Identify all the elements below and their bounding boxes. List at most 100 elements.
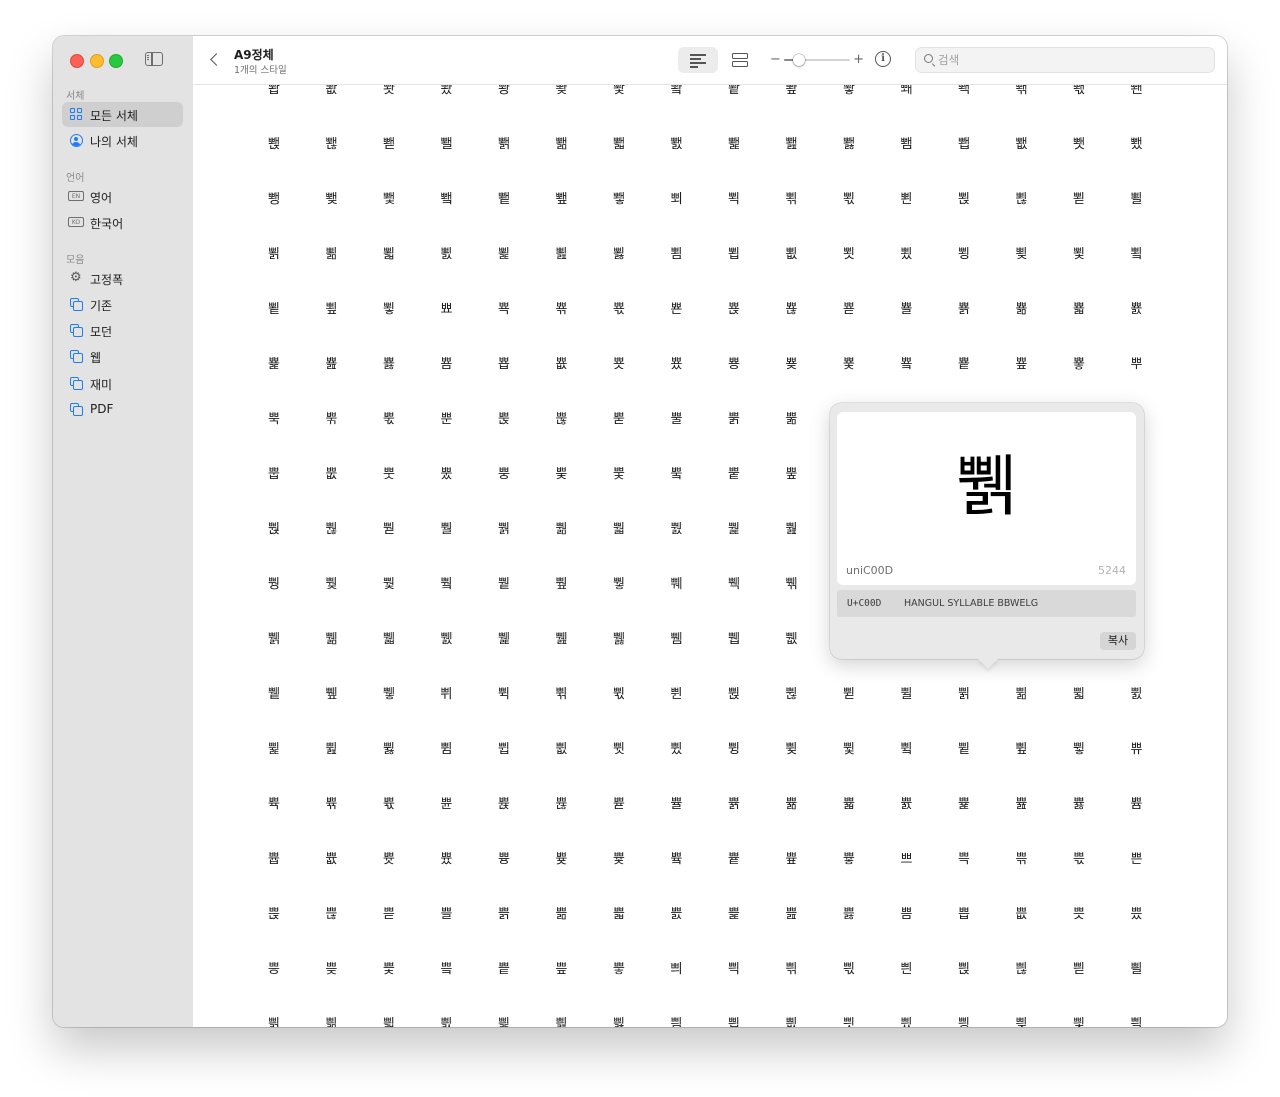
glyph-cell[interactable]: 쀳 bbox=[599, 739, 639, 761]
glyph-cell[interactable]: 쁷 bbox=[829, 959, 869, 981]
sidebar-item-my-fonts[interactable]: 나의 서체 bbox=[62, 128, 183, 153]
glyph-cell[interactable]: 뾅 bbox=[714, 134, 754, 156]
glyph-cell[interactable]: 쁹 bbox=[944, 959, 984, 981]
glyph-cell[interactable]: 삌 bbox=[1117, 1014, 1157, 1027]
glyph-cell[interactable]: 뾛 bbox=[1059, 189, 1099, 211]
glyph-cell[interactable]: 뽷 bbox=[829, 85, 869, 101]
glyph-cell[interactable]: 쁆 bbox=[772, 794, 812, 816]
glyph-cell[interactable]: 뽸 bbox=[887, 85, 927, 101]
glyph-cell[interactable]: 뿦 bbox=[772, 464, 812, 486]
glyph-cell[interactable]: 쀪 bbox=[1002, 684, 1042, 706]
glyph-cell[interactable]: 삅 bbox=[714, 1014, 754, 1027]
zoom-out-icon[interactable]: − bbox=[770, 52, 781, 68]
glyph-cell[interactable]: 쀝 bbox=[254, 684, 294, 706]
glyph-cell[interactable]: 뾪 bbox=[1002, 244, 1042, 266]
glyph-cell[interactable]: 뾎 bbox=[312, 189, 352, 211]
glyph-cell[interactable]: 뿄 bbox=[657, 354, 697, 376]
glyph-cell[interactable]: 삉 bbox=[944, 1014, 984, 1027]
glyph-cell[interactable]: 쀹 bbox=[944, 739, 984, 761]
glyph-cell[interactable]: 쁱 bbox=[484, 959, 524, 981]
glyph-cell[interactable]: 쀓 bbox=[599, 629, 639, 651]
glyph-cell[interactable]: 뾑 bbox=[484, 189, 524, 211]
glyph-cell[interactable]: 쁎 bbox=[312, 849, 352, 871]
glyph-cell[interactable]: 쀿 bbox=[369, 794, 409, 816]
glyph-cell[interactable]: 쀶 bbox=[772, 739, 812, 761]
glyph-cell[interactable]: 쁿 bbox=[369, 1014, 409, 1027]
glyph-cell[interactable]: 뾶 bbox=[772, 299, 812, 321]
glyph-cell[interactable]: 쁅 bbox=[714, 794, 754, 816]
glyph-cell[interactable]: 삀 bbox=[427, 1014, 467, 1027]
glyph-cell[interactable]: 쁊 bbox=[1002, 794, 1042, 816]
glyph-cell[interactable]: 쁀 bbox=[427, 794, 467, 816]
glyph-cell[interactable]: 뿤 bbox=[657, 464, 697, 486]
glyph-cell[interactable]: 쀨 bbox=[887, 684, 927, 706]
glyph-cell[interactable]: 뿰 bbox=[427, 519, 467, 541]
glyph-cell[interactable]: 뾆 bbox=[772, 134, 812, 156]
glyph-cell[interactable]: 뾏 bbox=[369, 189, 409, 211]
glyph-cell[interactable]: 뿌 bbox=[1117, 354, 1157, 376]
glyph-cell[interactable]: 쁁 bbox=[484, 794, 524, 816]
glyph-cell[interactable]: 뽶 bbox=[772, 85, 812, 101]
glyph-cell[interactable]: 쁐 bbox=[427, 849, 467, 871]
glyph-cell[interactable]: 쀼 bbox=[1117, 739, 1157, 761]
glyph-cell[interactable]: 뽰 bbox=[427, 85, 467, 101]
glyph-cell[interactable]: 뽱 bbox=[484, 85, 524, 101]
glyph-cell[interactable]: 뿇 bbox=[829, 354, 869, 376]
glyph-cell[interactable]: 뿉 bbox=[944, 354, 984, 376]
glyph-cell[interactable]: 삂 bbox=[542, 1014, 582, 1027]
glyph-cell[interactable]: 쀫 bbox=[1059, 684, 1099, 706]
glyph-cell[interactable]: 뿏 bbox=[369, 409, 409, 431]
glyph-cell[interactable]: 뿟 bbox=[369, 464, 409, 486]
glyph-cell[interactable]: 뾷 bbox=[829, 299, 869, 321]
glyph-cell[interactable]: 뿑 bbox=[484, 409, 524, 431]
glyph-cell[interactable]: 뾁 bbox=[484, 134, 524, 156]
glyph-cell[interactable]: 쀕 bbox=[714, 629, 754, 651]
glyph-cell[interactable]: 쁨 bbox=[887, 904, 927, 926]
glyph-cell[interactable]: 쁳 bbox=[599, 959, 639, 981]
glyph-cell[interactable]: 뾲 bbox=[542, 299, 582, 321]
glyph-cell[interactable]: 뽲 bbox=[542, 85, 582, 101]
glyph-cell[interactable]: 쀰 bbox=[427, 739, 467, 761]
glyph-cell[interactable]: 쁻 bbox=[1059, 959, 1099, 981]
glyph-cell[interactable]: 삊 bbox=[1002, 1014, 1042, 1027]
glyph-cell[interactable]: 뿊 bbox=[1002, 354, 1042, 376]
sidebar-toggle-icon[interactable] bbox=[145, 52, 163, 66]
glyph-cell[interactable]: 쀩 bbox=[944, 684, 984, 706]
glyph-cell[interactable]: 쁬 bbox=[1117, 904, 1157, 926]
glyph-cell[interactable]: 뾗 bbox=[829, 189, 869, 211]
glyph-cell[interactable]: 뾧 bbox=[829, 244, 869, 266]
glyph-cell[interactable]: 뿢 bbox=[542, 464, 582, 486]
glyph-cell[interactable]: 쁢 bbox=[542, 904, 582, 926]
search-input[interactable] bbox=[938, 48, 1208, 72]
glyph-cell[interactable]: 뿎 bbox=[312, 409, 352, 431]
glyph-cell[interactable]: 쀀 bbox=[427, 574, 467, 596]
glyph-cell[interactable]: 뾽 bbox=[254, 354, 294, 376]
glyph-cell[interactable]: 쁍 bbox=[254, 849, 294, 871]
back-button[interactable] bbox=[207, 50, 221, 70]
glyph-cell[interactable]: 쀵 bbox=[714, 739, 754, 761]
glyph-cell[interactable]: 쁌 bbox=[1117, 794, 1157, 816]
glyph-cell[interactable]: 쁧 bbox=[829, 904, 869, 926]
glyph-cell[interactable]: 쁾 bbox=[312, 1014, 352, 1027]
glyph-cell[interactable]: 뿔 bbox=[657, 409, 697, 431]
glyph-cell[interactable]: 뿮 bbox=[312, 519, 352, 541]
glyph-cell[interactable]: 뿱 bbox=[484, 519, 524, 541]
slider-track[interactable] bbox=[784, 54, 850, 66]
glyph-cell[interactable]: 쁏 bbox=[369, 849, 409, 871]
info-icon[interactable]: i bbox=[875, 51, 891, 67]
sidebar-item-all-fonts[interactable]: 모든 서체 bbox=[62, 102, 183, 127]
glyph-cell[interactable]: 쁂 bbox=[542, 794, 582, 816]
glyph-cell[interactable]: 쀺 bbox=[1002, 739, 1042, 761]
glyph-cell[interactable]: 쀬 bbox=[1117, 684, 1157, 706]
zoom-window-button[interactable] bbox=[109, 54, 123, 68]
glyph-cell[interactable]: 뾵 bbox=[714, 299, 754, 321]
glyph-cell[interactable]: 쁴 bbox=[657, 959, 697, 981]
glyph-cell[interactable]: 뾉 bbox=[944, 134, 984, 156]
glyph-cell[interactable]: 쁵 bbox=[714, 959, 754, 981]
glyph-cell[interactable]: 뿅 bbox=[714, 354, 754, 376]
glyph-cell[interactable]: 뽳 bbox=[599, 85, 639, 101]
glyph-cell[interactable]: 뿭 bbox=[254, 519, 294, 541]
glyph-cell[interactable]: 쁗 bbox=[829, 849, 869, 871]
glyph-cell[interactable]: 뿞 bbox=[312, 464, 352, 486]
glyph-cell[interactable]: 쁶 bbox=[772, 959, 812, 981]
